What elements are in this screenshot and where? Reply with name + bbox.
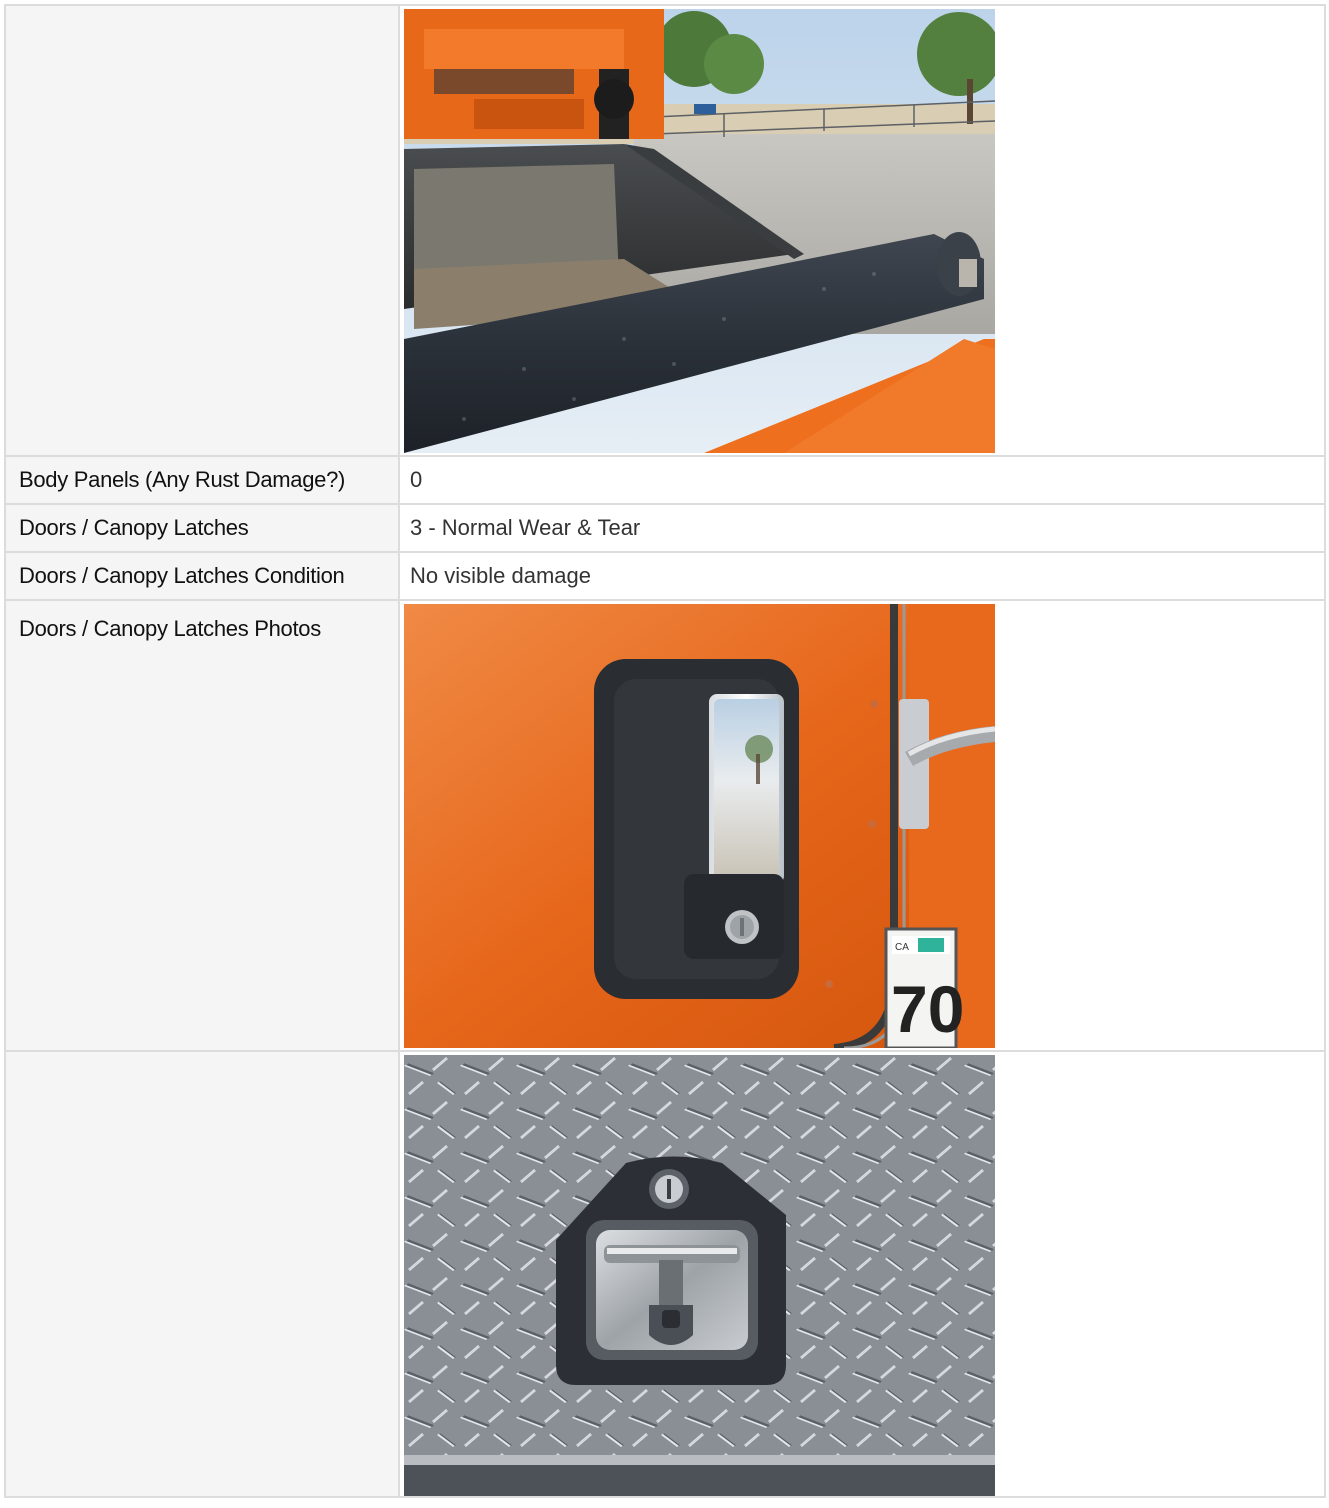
body-panels-value: 0 <box>410 467 423 492</box>
photo-cell <box>398 1050 1326 1498</box>
doors-latches-photos-label: Doors / Canopy Latches Photos <box>19 616 321 641</box>
doors-latches-value: 3 - Normal Wear & Tear <box>410 515 641 540</box>
table-row: Doors / Canopy Latches Photos CA 70 <box>4 599 1326 1052</box>
door-handle-photo[interactable]: CA 70 <box>404 604 995 1048</box>
sticker-number: 70 <box>891 972 964 1046</box>
table-row: Doors / Canopy Latches 3 - Normal Wear &… <box>4 503 1326 553</box>
row-value: No visible damage <box>398 551 1326 601</box>
row-label: Body Panels (Any Rust Damage?) <box>4 455 400 505</box>
photo-cell: CA 70 <box>398 599 1326 1052</box>
table-row <box>4 1050 1326 1498</box>
table-row: Doors / Canopy Latches Condition No visi… <box>4 551 1326 601</box>
row-value: 3 - Normal Wear & Tear <box>398 503 1326 553</box>
row-label: Doors / Canopy Latches Condition <box>4 551 400 601</box>
row-label: Doors / Canopy Latches <box>4 503 400 553</box>
inspection-table: Body Panels (Any Rust Damage?) 0 Doors /… <box>4 4 1326 1498</box>
row-label: Doors / Canopy Latches Photos <box>4 599 400 1052</box>
table-row: Body Panels (Any Rust Damage?) 0 <box>4 455 1326 505</box>
photo-cell <box>398 4 1326 457</box>
toolbox-latch-photo[interactable] <box>404 1055 995 1496</box>
dump-bed-photo[interactable] <box>404 9 995 453</box>
doors-latches-condition-label: Doors / Canopy Latches Condition <box>19 563 345 588</box>
doors-latches-label: Doors / Canopy Latches <box>19 515 249 540</box>
row-label-empty <box>4 1050 400 1498</box>
body-panels-label: Body Panels (Any Rust Damage?) <box>19 467 346 492</box>
svg-text:CA: CA <box>895 942 909 953</box>
row-label-empty <box>4 4 400 457</box>
table-row <box>4 4 1326 457</box>
row-value: 0 <box>398 455 1326 505</box>
doors-latches-condition-value: No visible damage <box>410 563 591 588</box>
